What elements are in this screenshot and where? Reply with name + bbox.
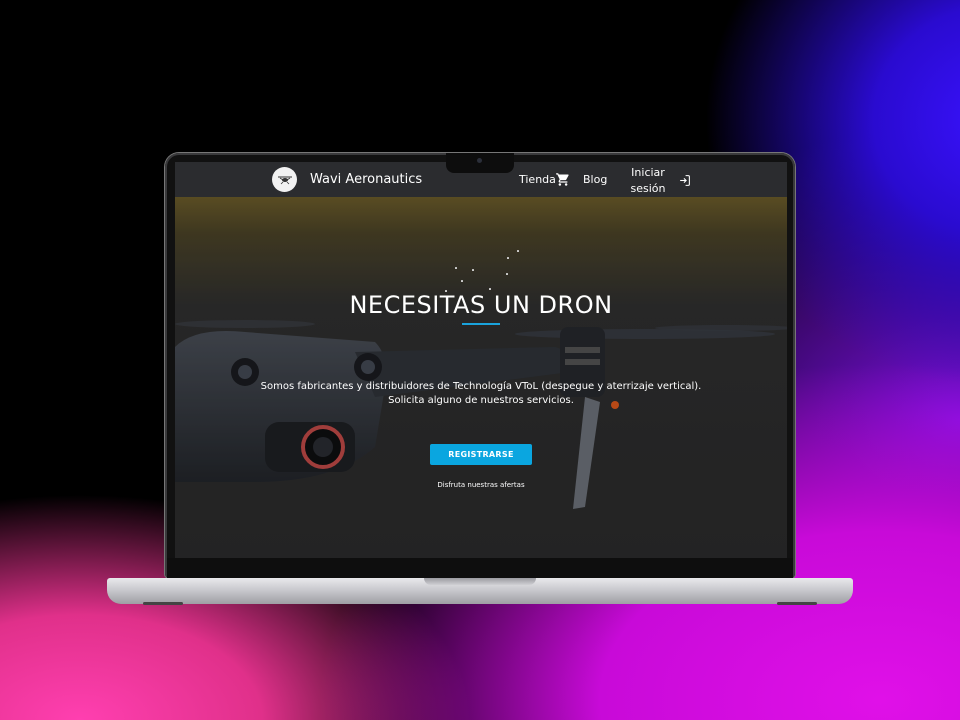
webcam	[477, 158, 482, 163]
laptop-screen: Wavi Aeronautics Tienda Blog Iniciar ses…	[175, 162, 787, 558]
sparkle-dot	[472, 269, 474, 271]
login-label-line1: Iniciar	[631, 166, 665, 179]
brand-name[interactable]: Wavi Aeronautics	[310, 172, 422, 187]
nav-tienda[interactable]: Tienda	[519, 173, 556, 186]
cart-icon[interactable]	[555, 172, 571, 191]
sparkle-dot	[507, 257, 509, 259]
laptop-notch	[446, 153, 514, 173]
hero-title: NECESITAS UN DRON	[349, 291, 613, 319]
laptop-foot	[143, 602, 183, 605]
login-label-line2: sesión	[630, 182, 666, 195]
login-icon[interactable]	[678, 172, 691, 191]
sparkle-dot	[517, 250, 519, 252]
drone-logo-icon[interactable]	[272, 167, 297, 192]
sparkle-dot	[455, 267, 457, 269]
offers-text: Disfruta nuestras afertas	[437, 481, 525, 489]
nav-blog[interactable]: Blog	[583, 173, 607, 186]
hero-subtitle-line2: Solicita alguno de nuestros servicios.	[388, 395, 574, 406]
sparkle-dot	[506, 273, 508, 275]
sparkle-dot	[461, 280, 463, 282]
hero-overlay	[175, 197, 787, 558]
laptop-chin	[167, 558, 793, 578]
hero-subtitle-line1: Somos fabricantes y distribuidores de Te…	[260, 381, 702, 392]
nav-login[interactable]: Iniciar sesión	[630, 165, 666, 197]
laptop-groove	[424, 578, 536, 585]
hero-section: NECESITAS UN DRON Somos fabricantes y di…	[175, 197, 787, 558]
register-button[interactable]: REGISTRARSE	[430, 444, 532, 465]
laptop-foot	[777, 602, 817, 605]
sparkle-dot	[489, 288, 491, 290]
laptop-base	[107, 578, 853, 605]
hero-subtitle: Somos fabricantes y distribuidores de Te…	[175, 380, 787, 408]
title-underline	[462, 323, 500, 325]
